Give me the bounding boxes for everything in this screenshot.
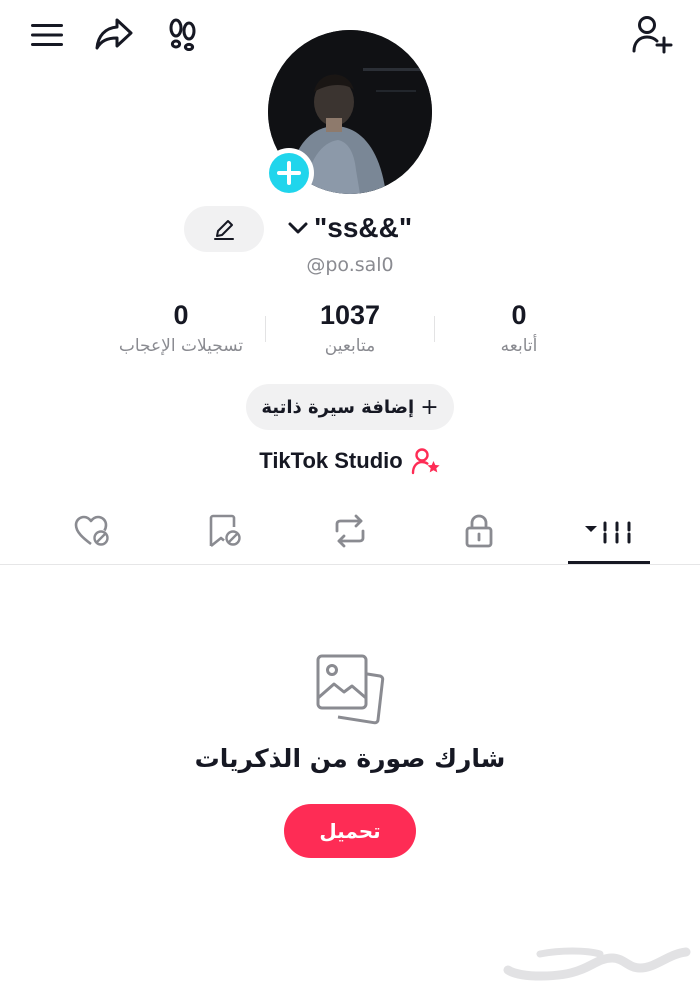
stat-following[interactable]: 0 أتابعه [434,298,604,360]
tab-favorites[interactable] [174,500,274,562]
stat-likes[interactable]: 0 تسجيلات الإعجاب [96,298,266,360]
add-avatar-button[interactable] [264,148,314,198]
footprints-icon [169,18,196,51]
empty-state-title: شارك صورة من الذكريات [194,744,506,773]
bookmark-hidden-icon [209,514,241,548]
stat-followers-value: 1037 [319,300,381,330]
studio-label: TikTok Studio [259,448,403,473]
add-friend-button[interactable] [628,12,676,56]
upload-button[interactable]: تحميل [284,804,416,858]
repost-icon [335,514,365,548]
stat-likes-label: تسجيلات الإعجاب [118,336,244,356]
empty-state-icon [312,652,388,728]
creator-star-icon [411,448,440,475]
stat-following-label: أتابعه [500,336,538,356]
stat-following-value: 0 [511,300,527,330]
stat-likes-value: 0 [173,300,189,330]
lock-icon [465,514,493,548]
tiktok-studio-link[interactable]: TikTok Studio [250,444,450,478]
share-arrow-icon [95,18,133,50]
chevron-down-icon [288,222,308,234]
display-name: "ss&&" [314,212,413,243]
add-bio-label: إضافة سيرة ذاتية [261,396,415,418]
add-avatar-badge [269,153,309,193]
plus-icon [277,161,301,185]
content-tabs [0,500,700,564]
add-bio-button[interactable]: إضافة سيرة ذاتية + [246,384,454,430]
add-user-icon [632,16,673,54]
photos-icon [316,654,385,725]
tab-private[interactable] [429,500,529,562]
watermark-logo [500,938,695,982]
stat-followers[interactable]: 1037 متابعين [265,298,435,360]
display-name-row[interactable]: "ss&&" [286,208,412,248]
share-button[interactable] [92,12,136,56]
tab-videos[interactable] [559,500,659,562]
tab-liked[interactable] [42,500,142,562]
hamburger-menu-icon [31,24,63,46]
tabs-divider [0,564,700,565]
grid-icon [585,521,631,544]
heart-hidden-icon [74,515,109,546]
tab-reposts[interactable] [300,500,400,562]
pencil-icon [214,220,234,240]
stat-followers-label: متابعين [324,336,376,356]
add-bio-plus: + [420,394,439,420]
footprints-button[interactable] [160,12,204,56]
dropdown-caret-icon [585,526,597,532]
edit-profile-button[interactable] [184,206,264,252]
username: @po.sal0 [306,254,394,276]
menu-button[interactable] [26,14,68,56]
haraj-watermark [503,947,691,981]
